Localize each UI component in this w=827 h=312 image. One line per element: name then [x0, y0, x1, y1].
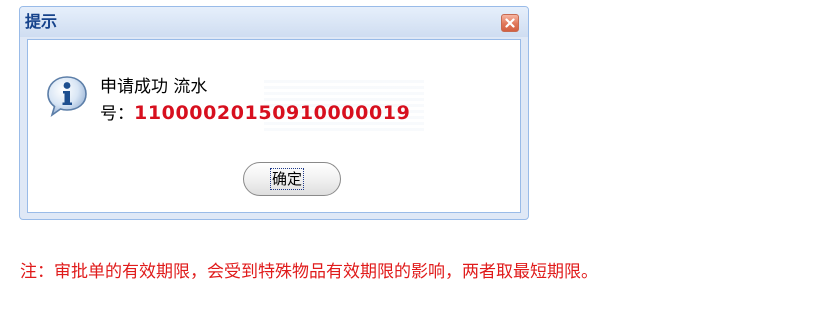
message-dialog: 提示 申请成功 流水 号：11000020150910000019 确定 — [19, 6, 529, 220]
close-button[interactable] — [501, 14, 519, 32]
page: 提示 申请成功 流水 号：11000020150910000019 确定 注：审… — [0, 0, 827, 312]
close-icon — [505, 18, 515, 28]
note-text: 注：审批单的有效期限，会受到特殊物品有效期限的影响，两者取最短期限。 — [20, 262, 598, 282]
info-icon — [47, 76, 87, 117]
ok-button[interactable]: 确定 — [243, 162, 341, 196]
dialog-body: 申请成功 流水 号：11000020150910000019 确定 — [27, 39, 521, 213]
serial-prefix: 号： — [100, 104, 134, 124]
dialog-title: 提示 — [25, 12, 58, 31]
serial-number: 11000020150910000019 — [134, 102, 411, 124]
message-text: 申请成功 流水 — [100, 77, 208, 97]
dialog-titlebar[interactable]: 提示 — [20, 7, 528, 37]
ok-button-label: 确定 — [269, 168, 305, 190]
message-serial-line: 号：11000020150910000019 — [100, 101, 410, 126]
